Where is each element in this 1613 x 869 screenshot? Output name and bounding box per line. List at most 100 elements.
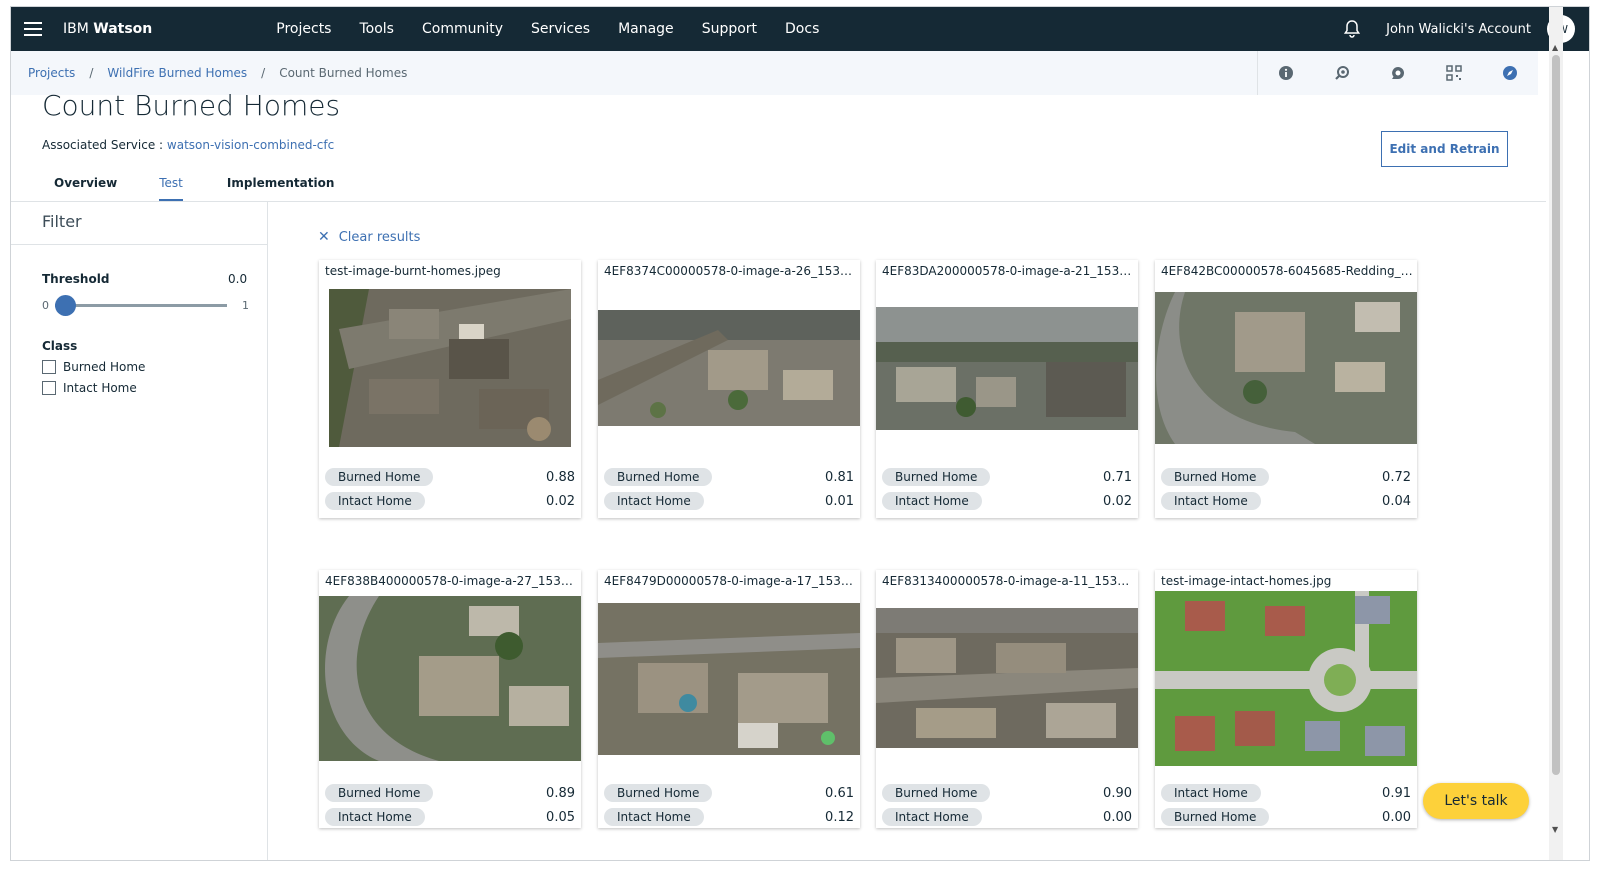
class-tag: Intact Home [1161, 784, 1261, 802]
class-tag: Burned Home [325, 468, 434, 486]
nav-link-services[interactable]: Services [517, 7, 604, 51]
score: 0.91 [1382, 785, 1411, 801]
tab-test[interactable]: Test [159, 173, 183, 201]
result-row: Burned Home 0.61 [604, 784, 854, 802]
image-filename: 4EF842BC00000578-6045685-Redding_i… [1161, 264, 1413, 278]
brand-logo[interactable]: IBM Watson [63, 21, 152, 37]
class-tag: Burned Home [882, 468, 991, 486]
result-card[interactable]: 4EF8313400000578-0-image-a-11_1533… Burn… [876, 570, 1138, 828]
nav-link-manage[interactable]: Manage [604, 7, 688, 51]
result-row: Burned Home 0.90 [882, 784, 1132, 802]
scroll-up-icon[interactable]: ▲ [1552, 43, 1558, 52]
breadcrumb-projects[interactable]: Projects [28, 66, 75, 80]
image-filename: 4EF838B400000578-0-image-a-27_1533… [325, 574, 577, 588]
result-row: Intact Home 0.12 [604, 808, 854, 826]
tab-overview[interactable]: Overview [42, 173, 129, 201]
test-image [876, 307, 1138, 430]
result-row: Burned Home 0.89 [325, 784, 575, 802]
brand-prefix: IBM [63, 21, 89, 37]
score: 0.88 [546, 469, 575, 485]
account-menu[interactable]: John Walicki's Account [1386, 22, 1531, 37]
score: 0.00 [1382, 809, 1411, 825]
checkbox[interactable] [42, 360, 56, 374]
test-image [598, 603, 860, 755]
breadcrumb-separator: / [261, 66, 266, 80]
result-row: Intact Home 0.00 [882, 808, 1132, 826]
result-row: Burned Home 0.72 [1161, 468, 1411, 486]
tab-bar: Overview Test Implementation [42, 173, 366, 203]
class-tag: Intact Home [604, 808, 704, 826]
slider-min-label: 0 [42, 299, 49, 312]
score: 0.02 [546, 493, 575, 509]
score: 0.72 [1382, 469, 1411, 485]
result-card[interactable]: 4EF8374C00000578-0-image-a-26_1533… Burn… [598, 260, 860, 518]
result-card[interactable]: test-image-intact-homes.jpg Intact Home … [1155, 570, 1417, 828]
class-tag: Burned Home [1161, 808, 1270, 826]
nav-link-projects[interactable]: Projects [262, 7, 345, 51]
nav-links: Projects Tools Community Services Manage… [262, 7, 833, 51]
info-icon[interactable] [1258, 51, 1314, 95]
threshold-slider-thumb[interactable] [54, 295, 76, 316]
nav-link-support[interactable]: Support [688, 7, 771, 51]
brand-name: Watson [93, 21, 153, 37]
threshold-slider-track[interactable] [55, 304, 227, 307]
result-card[interactable]: 4EF838B400000578-0-image-a-27_1533… Burn… [319, 570, 581, 828]
lets-talk-button[interactable]: Let's talk [1423, 783, 1529, 819]
nav-link-docs[interactable]: Docs [771, 7, 833, 51]
class-filter-intact-home[interactable]: Intact Home [42, 381, 137, 395]
checkbox-label: Burned Home [63, 360, 146, 374]
score: 0.04 [1382, 493, 1411, 509]
score: 0.02 [1103, 493, 1132, 509]
class-tag: Burned Home [325, 784, 434, 802]
edit-and-retrain-button[interactable]: Edit and Retrain [1381, 131, 1508, 167]
result-row: Burned Home 0.88 [325, 468, 575, 486]
image-filename: test-image-intact-homes.jpg [1161, 574, 1332, 588]
class-tag: Intact Home [882, 492, 982, 510]
result-row: Burned Home 0.71 [882, 468, 1132, 486]
result-card[interactable]: 4EF83DA200000578-0-image-a-21_153… Burne… [876, 260, 1138, 518]
image-filename: test-image-burnt-homes.jpeg [325, 264, 501, 278]
result-card[interactable]: test-image-burnt-homes.jpeg Burned Home … [319, 260, 581, 518]
scroll-down-icon[interactable]: ▼ [1552, 825, 1558, 834]
chat-support-icon[interactable] [1370, 51, 1426, 95]
grid-apps-icon[interactable] [1426, 51, 1482, 95]
score: 0.01 [825, 493, 854, 509]
result-card[interactable]: 4EF842BC00000578-6045685-Redding_i… Burn… [1155, 260, 1417, 518]
clear-results-button[interactable]: ✕ Clear results [318, 229, 420, 245]
nav-link-tools[interactable]: Tools [345, 7, 408, 51]
score: 0.90 [1103, 785, 1132, 801]
class-filter-burned-home[interactable]: Burned Home [42, 360, 145, 374]
breadcrumb-separator: / [89, 66, 94, 80]
class-label: Class [42, 339, 78, 353]
associated-service-link[interactable]: watson-vision-combined-cfc [167, 138, 334, 152]
test-image [319, 596, 581, 761]
scrollbar-thumb[interactable] [1552, 55, 1560, 775]
result-row: Burned Home 0.00 [1161, 808, 1411, 826]
class-tag: Burned Home [882, 784, 991, 802]
filter-title: Filter [42, 212, 82, 231]
nav-link-community[interactable]: Community [408, 7, 517, 51]
bell-icon[interactable] [1340, 17, 1364, 41]
result-row: Intact Home 0.01 [604, 492, 854, 510]
image-filename: 4EF8374C00000578-0-image-a-26_1533… [604, 264, 856, 278]
threshold-value: 0.0 [228, 272, 248, 286]
api-reference-icon[interactable] [1314, 51, 1370, 95]
associated-service-label: Associated Service : [42, 138, 164, 152]
checkbox[interactable] [42, 381, 56, 395]
score: 0.61 [825, 785, 854, 801]
result-row: Intact Home 0.04 [1161, 492, 1411, 510]
image-filename: 4EF8313400000578-0-image-a-11_1533… [882, 574, 1134, 588]
result-row: Burned Home 0.81 [604, 468, 854, 486]
result-card[interactable]: 4EF8479D00000578-0-image-a-17_153… Burne… [598, 570, 860, 828]
app-window: IBM Watson Projects Tools Community Serv… [10, 6, 1590, 861]
class-tag: Intact Home [325, 808, 425, 826]
top-nav: IBM Watson Projects Tools Community Serv… [11, 7, 1589, 51]
compass-icon[interactable] [1482, 51, 1538, 95]
tab-implementation[interactable]: Implementation [215, 173, 346, 201]
scrollbar[interactable]: ▲ ▼ [1549, 7, 1563, 860]
result-row: Intact Home 0.91 [1161, 784, 1411, 802]
breadcrumb-wildfire[interactable]: WildFire Burned Homes [107, 66, 247, 80]
hamburger-menu-icon[interactable] [11, 7, 55, 51]
clear-results-label: Clear results [338, 229, 421, 245]
score: 0.05 [546, 809, 575, 825]
